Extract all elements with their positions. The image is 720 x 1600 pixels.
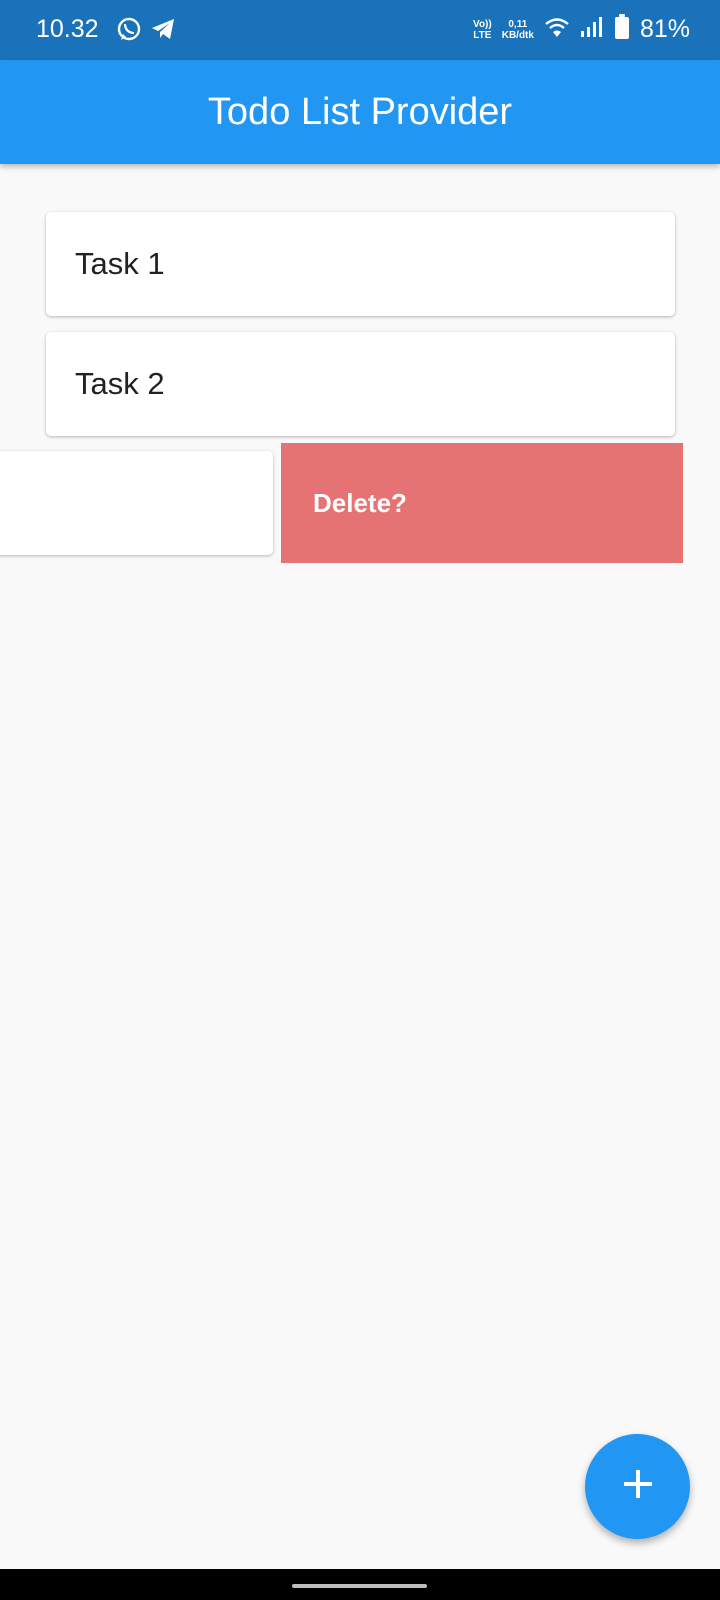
home-indicator[interactable] xyxy=(292,1584,427,1588)
add-task-button[interactable] xyxy=(585,1434,690,1539)
delete-background: Delete? xyxy=(281,443,683,563)
status-bar: 10.32 Vo)) LTE 0,11 KB/dtk 81% xyxy=(0,0,720,60)
battery-icon xyxy=(614,14,630,45)
notification-icons xyxy=(116,16,176,47)
signal-icon xyxy=(580,16,604,43)
network-speed: 0,11 KB/dtk xyxy=(501,18,534,41)
swiped-task-card[interactable] xyxy=(0,451,273,555)
whatsapp-icon xyxy=(116,16,142,47)
task-card[interactable]: Task 2 xyxy=(46,332,675,436)
wifi-icon xyxy=(544,16,570,43)
volte-indicator: Vo)) LTE xyxy=(473,18,492,41)
app-bar: Todo List Provider xyxy=(0,60,720,164)
status-time: 10.32 xyxy=(36,15,99,43)
task-card[interactable]: Task 1 xyxy=(46,212,675,316)
telegram-icon xyxy=(150,16,176,47)
task-title: Task 2 xyxy=(75,366,165,401)
system-icons: Vo)) LTE 0,11 KB/dtk 81% xyxy=(473,14,690,45)
app-title: Todo List Provider xyxy=(207,90,513,133)
add-icon xyxy=(621,1467,655,1506)
delete-label: Delete? xyxy=(313,487,407,518)
battery-percent: 81% xyxy=(639,15,690,43)
task-title: Task 1 xyxy=(75,246,165,281)
